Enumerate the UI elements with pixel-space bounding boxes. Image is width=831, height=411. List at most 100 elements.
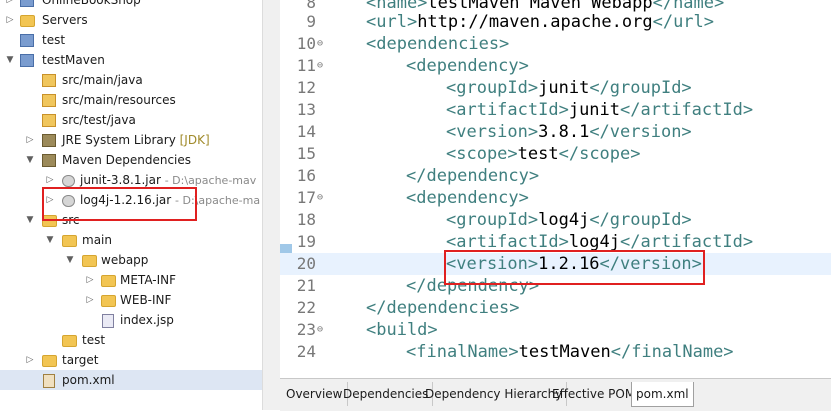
tree-item-pom-xml[interactable]: pom.xml bbox=[0, 370, 262, 390]
tree-item-src-main-resources[interactable]: src/main/resources bbox=[0, 90, 262, 110]
xml-tag: </groupId> bbox=[589, 78, 692, 98]
tree-item-jre-library[interactable]: ▷ JRE System Library [JDK] bbox=[0, 130, 262, 150]
xml-text: 3.8.1 bbox=[538, 122, 590, 142]
tree-item-test-project[interactable]: test bbox=[0, 30, 262, 50]
expand-arrow-icon[interactable]: ▷ bbox=[44, 190, 56, 210]
tree-item-testmaven[interactable]: ▼ testMaven bbox=[0, 50, 262, 70]
folder-icon bbox=[42, 355, 57, 367]
collapse-arrow-icon[interactable]: ▼ bbox=[44, 230, 56, 250]
tree-item-label: Maven Dependencies bbox=[62, 153, 192, 167]
pom-editor-tabs: Overview Dependencies Dependency Hierarc… bbox=[280, 378, 831, 411]
xml-tag: </url> bbox=[652, 12, 715, 32]
expand-arrow-icon[interactable]: ▷ bbox=[4, 10, 16, 30]
tree-item-maven-dependencies[interactable]: ▼ Maven Dependencies bbox=[0, 150, 262, 170]
line-number: 14 bbox=[296, 122, 316, 141]
code-line: 16 </dependency> bbox=[280, 165, 831, 187]
xml-tag: </dependency> bbox=[406, 166, 540, 186]
line-number: 12 bbox=[296, 78, 316, 97]
fold-toggle-icon[interactable]: ⊖ bbox=[317, 187, 323, 209]
tree-item-onlinebookshop[interactable]: ▷ OnlineBookShop bbox=[0, 0, 262, 10]
tree-item-label: Servers bbox=[42, 13, 88, 27]
line-number: 19 bbox=[296, 232, 316, 251]
code-content: <version>3.8.1</version> bbox=[326, 121, 692, 143]
line-number: 15 bbox=[296, 144, 316, 163]
tree-item-src-test-java[interactable]: src/test/java bbox=[0, 110, 262, 130]
xml-tag: </finalName> bbox=[610, 342, 734, 362]
tree-item-label: testMaven bbox=[42, 53, 105, 67]
xml-tag: </groupId> bbox=[589, 210, 692, 230]
fold-toggle-icon[interactable]: ⊖ bbox=[317, 33, 323, 55]
collapse-arrow-icon[interactable]: ▼ bbox=[24, 150, 36, 170]
line-number: 22 bbox=[296, 298, 316, 317]
code-content: </dependency> bbox=[326, 275, 539, 297]
tree-item-decoration: - D:\apache-ma bbox=[175, 194, 261, 207]
xml-tag: <artifactId> bbox=[446, 100, 569, 120]
tab-pom-xml[interactable]: pom.xml bbox=[631, 382, 694, 407]
tree-item-label: test bbox=[82, 333, 106, 347]
tree-item-label-group: log4j-1.2.16.jar - D:\apache-ma bbox=[80, 190, 260, 211]
line-number: 23 bbox=[296, 320, 316, 339]
code-content: <dependencies> bbox=[326, 33, 509, 55]
tree-item-main[interactable]: ▼ main bbox=[0, 230, 262, 250]
code-line: 11 ⊖ <dependency> bbox=[280, 55, 831, 77]
code-line: 12 <groupId>junit</groupId> bbox=[280, 77, 831, 99]
expand-arrow-icon[interactable]: ▷ bbox=[24, 130, 36, 150]
tab-effective-pom[interactable]: Effective POM bbox=[548, 382, 641, 406]
fold-toggle-icon[interactable]: ⊖ bbox=[317, 55, 323, 77]
code-content: <build> bbox=[326, 319, 438, 341]
fold-toggle-icon[interactable]: ⊖ bbox=[317, 319, 323, 341]
collapse-arrow-icon[interactable]: ▼ bbox=[24, 210, 36, 230]
expand-arrow-icon[interactable]: ▷ bbox=[84, 290, 96, 310]
folder-icon bbox=[62, 335, 77, 347]
code-line: 19 <artifactId>log4j</artifactId> bbox=[280, 231, 831, 253]
source-folder-icon bbox=[42, 74, 56, 87]
code-content: <url>http://maven.apache.org</url> bbox=[326, 11, 714, 33]
tab-dependencies[interactable]: Dependencies bbox=[339, 382, 434, 406]
collapse-arrow-icon[interactable]: ▼ bbox=[4, 50, 16, 70]
xml-text: junit bbox=[538, 78, 590, 98]
xml-tag: </scope> bbox=[558, 144, 641, 164]
tab-overview[interactable]: Overview bbox=[282, 382, 348, 406]
panel-divider[interactable] bbox=[262, 0, 281, 410]
expand-arrow-icon[interactable]: ▷ bbox=[84, 270, 96, 290]
tree-item-servers[interactable]: ▷ Servers bbox=[0, 10, 262, 30]
project-explorer: ▷ OnlineBookShop ▷ Servers test ▼ testMa… bbox=[0, 0, 262, 410]
code-line: 21 </dependency> bbox=[280, 275, 831, 297]
tree-item-label-group: JRE System Library [JDK] bbox=[62, 130, 210, 150]
code-line: 13 <artifactId>junit</artifactId> bbox=[280, 99, 831, 121]
tree-item-label: OnlineBookShop bbox=[42, 0, 141, 7]
tree-item-test-folder[interactable]: test bbox=[0, 330, 262, 350]
tree-item-index-jsp[interactable]: index.jsp bbox=[0, 310, 262, 330]
xml-text: 1.2.16 bbox=[538, 254, 600, 274]
tree-item-junit-jar[interactable]: ▷ junit-3.8.1.jar - D:\apache-mav bbox=[0, 170, 262, 190]
tree-item-src[interactable]: ▼ src bbox=[0, 210, 262, 230]
tree-item-meta-inf[interactable]: ▷ META-INF bbox=[0, 270, 262, 290]
code-content: </dependency> bbox=[326, 165, 539, 187]
line-number: 11 bbox=[296, 56, 316, 75]
line-number: 9 bbox=[306, 12, 316, 31]
tree-item-web-inf[interactable]: ▷ WEB-INF bbox=[0, 290, 262, 310]
line-number: 20 bbox=[296, 254, 316, 273]
xml-editor[interactable]: 8 <name>testMaven Maven Webapp</name> 9 … bbox=[280, 0, 831, 378]
collapse-arrow-icon[interactable]: ▼ bbox=[64, 250, 76, 270]
xml-tag: </dependencies> bbox=[366, 298, 520, 318]
xml-tag: </artifactId> bbox=[620, 232, 754, 252]
xml-tag: <finalName> bbox=[406, 342, 519, 362]
expand-arrow-icon[interactable]: ▷ bbox=[24, 350, 36, 370]
tree-item-webapp[interactable]: ▼ webapp bbox=[0, 250, 262, 270]
tab-dependency-hierarchy[interactable]: Dependency Hierarchy bbox=[421, 382, 568, 406]
source-folder-icon bbox=[42, 114, 56, 127]
xml-tag: <url> bbox=[366, 12, 418, 32]
xml-tag: <dependency> bbox=[406, 188, 529, 208]
expand-arrow-icon[interactable]: ▷ bbox=[44, 170, 56, 190]
source-folder-icon bbox=[42, 94, 56, 107]
line-number: 16 bbox=[296, 166, 316, 185]
tree-item-src-main-java[interactable]: src/main/java bbox=[0, 70, 262, 90]
line-number: 24 bbox=[296, 342, 316, 361]
expand-arrow-icon[interactable]: ▷ bbox=[4, 0, 16, 10]
code-line: 22 </dependencies> bbox=[280, 297, 831, 319]
tree-item-target[interactable]: ▷ target bbox=[0, 350, 262, 370]
tree-item-log4j-jar[interactable]: ▷ log4j-1.2.16.jar - D:\apache-ma bbox=[0, 190, 262, 210]
xml-tag: <dependencies> bbox=[366, 34, 510, 54]
tree-item-label: junit-3.8.1.jar bbox=[80, 173, 161, 187]
